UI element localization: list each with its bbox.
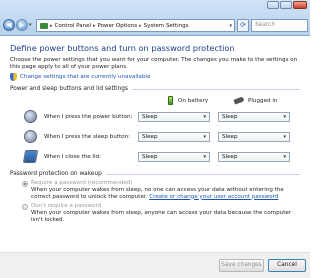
- search-input[interactable]: Search: [251, 19, 308, 32]
- breadcrumb-separator: ▸: [139, 22, 142, 29]
- sleep-button-battery-value: Sleep: [142, 134, 158, 140]
- password-section-title: Password protection on wakeup: [10, 171, 102, 177]
- save-changes-button[interactable]: Save changes: [219, 259, 264, 272]
- close-lid-label: When I close the lid:: [44, 154, 101, 160]
- back-button[interactable]: ◀: [3, 19, 15, 31]
- power-button-row: When I press the power button: Sleep ▾ S…: [10, 108, 300, 128]
- main-content: Define power buttons and turn on passwor…: [0, 36, 310, 252]
- change-settings-label: Change settings that are currently unava…: [20, 74, 151, 80]
- close-lid-row: When I close the lid: Sleep ▾ Sleep ▾: [10, 148, 300, 168]
- power-section-title: Power and sleep buttons and lid settings: [10, 86, 128, 92]
- close-button[interactable]: [293, 1, 307, 9]
- address-dropdown-icon[interactable]: ▾: [229, 23, 232, 29]
- breadcrumb-separator: ▸: [50, 22, 53, 29]
- column-headers: On battery Plugged in: [10, 94, 300, 108]
- section-divider: [132, 88, 300, 90]
- sleep-button-label: When I press the sleep button:: [44, 134, 131, 140]
- sleep-button-battery-select[interactable]: Sleep ▾: [138, 132, 210, 142]
- sleep-button-row: When I press the sleep button: Sleep ▾ S…: [10, 128, 300, 148]
- recent-pages-dropdown[interactable]: ▾: [29, 22, 32, 28]
- on-battery-label: On battery: [178, 98, 209, 104]
- moon-sleep-icon: [24, 130, 37, 143]
- sleep-button-plugged-select[interactable]: Sleep ▾: [218, 132, 290, 142]
- window-titlebar: ◀ ▶ ▾ ▸ Control Panel ▸ Power Options ▸ …: [0, 0, 310, 36]
- change-settings-link[interactable]: Change settings that are currently unava…: [10, 73, 300, 81]
- no-password-option[interactable]: Don't require a password: [22, 203, 300, 211]
- dropdown-arrow-icon: ▾: [283, 134, 286, 140]
- power-button-battery-value: Sleep: [142, 114, 158, 120]
- power-button-plugged-value: Sleep: [222, 114, 238, 120]
- require-password-radio[interactable]: [22, 181, 28, 187]
- power-button-label: When I press the power button:: [44, 114, 133, 120]
- plugged-in-label: Plugged in: [248, 98, 278, 104]
- breadcrumb-control-panel[interactable]: Control Panel: [55, 23, 91, 29]
- power-button-icon: [24, 110, 37, 123]
- sleep-button-plugged-value: Sleep: [222, 134, 238, 140]
- page-title: Define power buttons and turn on passwor…: [10, 43, 235, 53]
- password-section-header: Password protection on wakeup: [10, 171, 300, 177]
- close-lid-plugged-value: Sleep: [222, 154, 238, 160]
- back-arrow-icon: ◀: [6, 21, 12, 29]
- minimize-button[interactable]: [267, 1, 279, 9]
- cancel-button[interactable]: Cancel: [268, 259, 306, 272]
- breadcrumb-system-settings[interactable]: System Settings: [144, 23, 189, 29]
- address-bar[interactable]: ▸ Control Panel ▸ Power Options ▸ System…: [36, 19, 235, 32]
- no-password-radio[interactable]: [22, 204, 28, 211]
- forward-arrow-icon: ▶: [19, 21, 25, 29]
- dropdown-arrow-icon: ▾: [283, 114, 286, 120]
- require-password-option[interactable]: Require a password (recommended): [22, 180, 300, 187]
- breadcrumb-separator: ▸: [92, 22, 96, 29]
- require-password-description: When your computer wakes from sleep, no …: [31, 187, 300, 200]
- dropdown-arrow-icon: ▾: [203, 154, 206, 160]
- plug-icon: [233, 96, 245, 105]
- laptop-lid-icon: [22, 150, 39, 163]
- dropdown-arrow-icon: ▾: [203, 134, 206, 140]
- breadcrumb-power-options[interactable]: Power Options: [98, 23, 138, 29]
- button-bar: Save changes Cancel: [0, 252, 310, 278]
- control-panel-icon: [40, 22, 48, 29]
- battery-icon: [168, 96, 173, 105]
- maximize-button[interactable]: [280, 1, 292, 9]
- forward-button[interactable]: ▶: [16, 19, 28, 31]
- close-lid-battery-value: Sleep: [142, 154, 158, 160]
- no-password-title: Don't require a password: [31, 203, 102, 210]
- shield-icon: [10, 73, 17, 81]
- dropdown-arrow-icon: ▾: [283, 154, 286, 160]
- close-lid-plugged-select[interactable]: Sleep ▾: [218, 152, 290, 162]
- refresh-icon: ⟳: [240, 21, 246, 29]
- refresh-button[interactable]: ⟳: [237, 19, 249, 32]
- no-password-description: When your computer wakes from sleep, any…: [31, 210, 292, 223]
- section-divider: [105, 173, 300, 175]
- power-button-plugged-select[interactable]: Sleep ▾: [218, 112, 290, 122]
- require-password-title: Require a password (recommended): [31, 180, 133, 186]
- window-controls: [267, 1, 307, 9]
- power-button-battery-select[interactable]: Sleep ▾: [138, 112, 210, 122]
- create-password-link[interactable]: Create or change your user account passw…: [149, 194, 278, 200]
- power-section-header: Power and sleep buttons and lid settings: [10, 86, 300, 92]
- intro-text: Choose the power settings that you want …: [10, 57, 298, 70]
- close-lid-battery-select[interactable]: Sleep ▾: [138, 152, 210, 162]
- dropdown-arrow-icon: ▾: [203, 114, 206, 120]
